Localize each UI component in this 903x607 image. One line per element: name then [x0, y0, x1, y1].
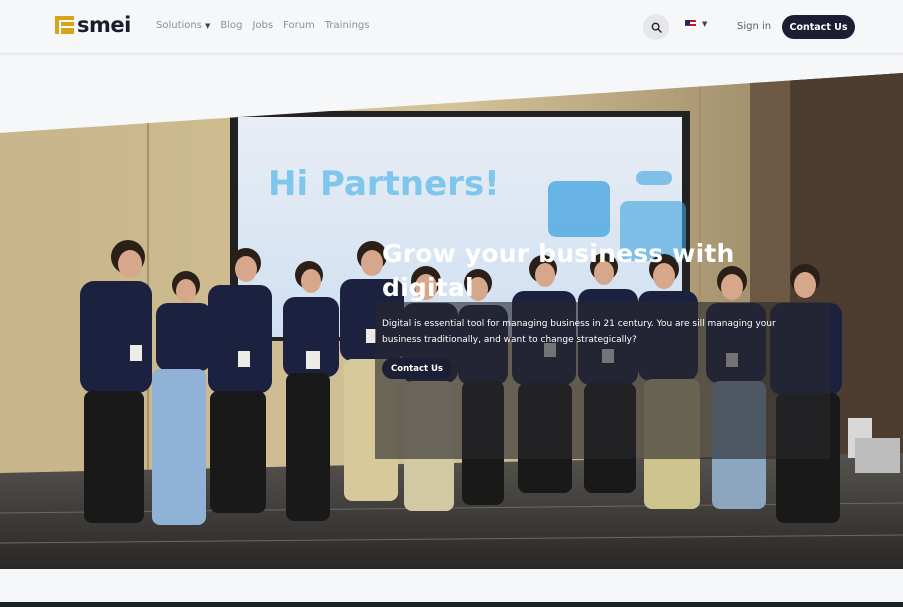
site-header: smei Solutions ▼ Blog Jobs Forum Training…: [0, 0, 903, 54]
screen-text: Hi Partners!: [268, 164, 500, 204]
us-flag-icon: [685, 20, 696, 28]
hero-contact-button[interactable]: Contact Us: [382, 358, 452, 379]
nav-solutions[interactable]: Solutions ▼: [156, 20, 210, 31]
nav-solutions-label: Solutions: [156, 20, 202, 31]
sign-in-link[interactable]: Sign in: [737, 21, 771, 32]
logo-text: smei: [77, 13, 131, 37]
language-selector[interactable]: ▼: [685, 20, 707, 28]
logo-mark-icon: [55, 16, 74, 34]
footer-edge: [0, 602, 903, 607]
chevron-down-icon: ▼: [204, 21, 211, 30]
search-icon: [651, 22, 662, 33]
main-nav: Solutions ▼ Blog Jobs Forum Trainings: [156, 20, 369, 31]
nav-trainings[interactable]: Trainings: [325, 20, 370, 31]
contact-us-button[interactable]: Contact Us: [782, 15, 855, 39]
nav-jobs[interactable]: Jobs: [252, 20, 273, 31]
search-button[interactable]: [643, 14, 669, 40]
hero-title: Grow your business with digital: [382, 239, 735, 302]
nav-forum[interactable]: Forum: [283, 20, 315, 31]
nav-blog[interactable]: Blog: [220, 20, 242, 31]
hero-description: Digital is essential tool for managing b…: [382, 319, 776, 345]
chevron-down-icon: ▼: [702, 20, 708, 28]
logo[interactable]: smei: [55, 13, 131, 37]
